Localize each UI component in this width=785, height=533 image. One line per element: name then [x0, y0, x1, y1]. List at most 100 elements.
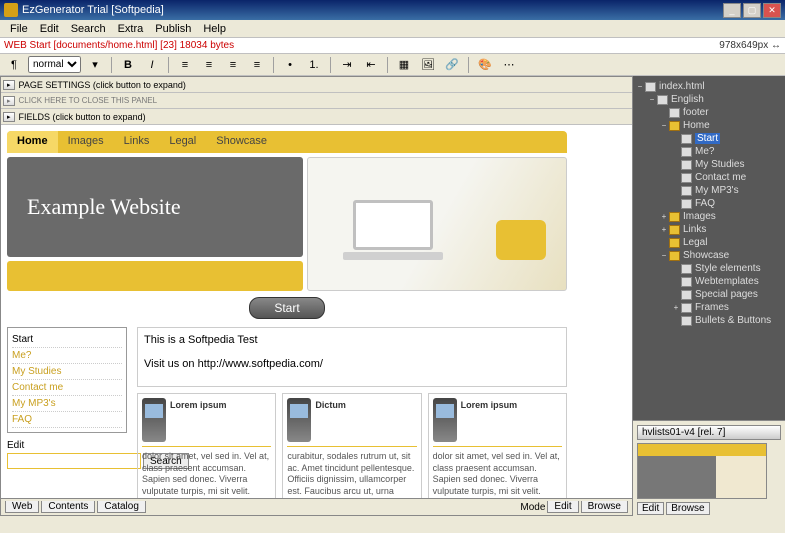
tree-home-mp3[interactable]: My MP3's: [635, 184, 783, 197]
hero-accent-strip: [7, 261, 303, 291]
outdent-icon[interactable]: ⇤: [361, 56, 381, 74]
color-icon[interactable]: 🎨: [475, 56, 495, 74]
tab-images[interactable]: Images: [58, 131, 114, 153]
card-2-title: Dictum: [315, 398, 346, 442]
close-hint-row: ▸ CLICK HERE TO CLOSE THIS PANEL: [1, 93, 632, 109]
close-hint-label: CLICK HERE TO CLOSE THIS PANEL: [19, 96, 158, 105]
mode-label: Mode: [520, 502, 545, 513]
italic-button[interactable]: I: [142, 56, 162, 74]
start-button[interactable]: Start: [249, 297, 324, 319]
sidebar-item-start[interactable]: Start: [12, 332, 122, 348]
tree-sc-templates[interactable]: Webtemplates: [635, 275, 783, 288]
list-number-icon[interactable]: 1.: [304, 56, 324, 74]
align-center-icon[interactable]: ≡: [199, 56, 219, 74]
bold-button[interactable]: B: [118, 56, 138, 74]
tree-lang[interactable]: −English: [635, 93, 783, 106]
tab-contents[interactable]: Contents: [41, 501, 95, 513]
document-path: WEB Start [documents/home.html] [23] 180…: [4, 40, 719, 51]
tree-sc-frames[interactable]: +Frames: [635, 301, 783, 314]
page-settings-row: ▸ PAGE SETTINGS (click button to expand): [1, 77, 632, 93]
align-right-icon[interactable]: ≡: [223, 56, 243, 74]
align-justify-icon[interactable]: ≡: [247, 56, 267, 74]
sidebar-item-me[interactable]: Me?: [12, 348, 122, 364]
tree-links[interactable]: +Links: [635, 223, 783, 236]
align-left-icon[interactable]: ≡: [175, 56, 195, 74]
minimize-button[interactable]: _: [723, 3, 741, 18]
tree-images[interactable]: +Images: [635, 210, 783, 223]
maximize-button[interactable]: ▢: [743, 3, 761, 18]
tree-home-contact[interactable]: Contact me: [635, 171, 783, 184]
list-bullet-icon[interactable]: •: [280, 56, 300, 74]
window-titlebar: EzGenerator Trial [Softpedia] _ ▢ ✕: [0, 0, 785, 20]
expand-fields-button[interactable]: ▸: [3, 112, 15, 122]
card-1-body: dolor sit amet, vel sed in. Vel at, clas…: [142, 451, 271, 498]
tree-home-studies[interactable]: My Studies: [635, 158, 783, 171]
tab-catalog[interactable]: Catalog: [97, 501, 145, 513]
text-line-1: This is a Softpedia Test: [144, 334, 560, 346]
tree-legal[interactable]: Legal: [635, 236, 783, 249]
tab-web[interactable]: Web: [5, 501, 39, 513]
menu-search[interactable]: Search: [65, 23, 112, 35]
card-3: Lorem ipsum dolor sit amet, vel sed in. …: [428, 393, 567, 498]
template-edit-button[interactable]: Edit: [637, 502, 664, 515]
template-thumbnail[interactable]: [637, 443, 767, 499]
tree-sc-bullets[interactable]: Bullets & Buttons: [635, 314, 783, 327]
close-panel-button[interactable]: ▸: [3, 96, 15, 106]
sidebar-item-mp3[interactable]: My MP3's: [12, 396, 122, 412]
tree-home-me[interactable]: Me?: [635, 145, 783, 158]
canvas-dimensions: 978x649px ↔: [719, 40, 781, 51]
template-browse-button[interactable]: Browse: [666, 502, 709, 515]
hero-image: [307, 157, 567, 291]
project-tree-pane: −index.html −English footer −Home Start …: [633, 76, 785, 516]
menu-file[interactable]: File: [4, 23, 34, 35]
more-icon[interactable]: ⋯: [499, 56, 519, 74]
menubar: File Edit Search Extra Publish Help: [0, 20, 785, 38]
fields-label: FIELDS (click button to expand): [19, 112, 146, 122]
para-style-icon[interactable]: ¶: [4, 56, 24, 74]
sidebar-item-faq[interactable]: FAQ: [12, 412, 122, 428]
menu-publish[interactable]: Publish: [149, 23, 197, 35]
tree-home-start[interactable]: Start: [635, 132, 783, 145]
table-icon[interactable]: ▦: [394, 56, 414, 74]
tab-home[interactable]: Home: [7, 131, 58, 153]
menu-edit[interactable]: Edit: [34, 23, 65, 35]
font-smaller-icon[interactable]: ▾: [85, 56, 105, 74]
tree-footer[interactable]: footer: [635, 106, 783, 119]
expand-settings-button[interactable]: ▸: [3, 80, 15, 90]
menu-help[interactable]: Help: [197, 23, 232, 35]
template-thumbnail-panel: hvlists01-v4 [rel. 7] Edit Browse: [633, 420, 785, 516]
tab-legal[interactable]: Legal: [159, 131, 206, 153]
pillow-graphic: [496, 220, 546, 260]
tree-sc-special[interactable]: Special pages: [635, 288, 783, 301]
tree-index[interactable]: −index.html: [635, 80, 783, 93]
tree-sc-style[interactable]: Style elements: [635, 262, 783, 275]
phone-icon: [433, 398, 457, 442]
text-line-2: Visit us on http://www.softpedia.com/: [144, 358, 560, 370]
editor-bottom-tabs: Web Contents Catalog Mode Edit Browse: [1, 498, 632, 515]
tab-links[interactable]: Links: [114, 131, 160, 153]
card-3-title: Lorem ipsum: [461, 398, 518, 442]
close-button[interactable]: ✕: [763, 3, 781, 18]
mode-edit-button[interactable]: Edit: [547, 501, 578, 513]
hero-banner: Example Website: [7, 157, 303, 257]
card-2-body: curabitur, sodales rutrum ut, sit ac. Am…: [287, 451, 416, 498]
image-icon[interactable]: 🖼: [418, 56, 438, 74]
indent-icon[interactable]: ⇥: [337, 56, 357, 74]
mode-browse-button[interactable]: Browse: [581, 501, 628, 513]
sidebar-item-contact[interactable]: Contact me: [12, 380, 122, 396]
site-title: Example Website: [27, 194, 181, 220]
tree-showcase[interactable]: −Showcase: [635, 249, 783, 262]
sidebar-menu: Start Me? My Studies Contact me My MP3's…: [7, 327, 127, 433]
fields-row: ▸ FIELDS (click button to expand): [1, 109, 632, 125]
tab-showcase[interactable]: Showcase: [206, 131, 277, 153]
menu-extra[interactable]: Extra: [112, 23, 150, 35]
tree-home[interactable]: −Home: [635, 119, 783, 132]
tree-home-faq[interactable]: FAQ: [635, 197, 783, 210]
search-input[interactable]: [7, 453, 141, 469]
sidebar-item-studies[interactable]: My Studies: [12, 364, 122, 380]
card-1: Lorem ipsum dolor sit amet, vel sed in. …: [137, 393, 276, 498]
style-select[interactable]: normal: [28, 56, 81, 73]
link-icon[interactable]: 🔗: [442, 56, 462, 74]
content-text-block[interactable]: This is a Softpedia Test Visit us on htt…: [137, 327, 567, 387]
preview-canvas[interactable]: Home Images Links Legal Showcase Example…: [1, 125, 632, 498]
